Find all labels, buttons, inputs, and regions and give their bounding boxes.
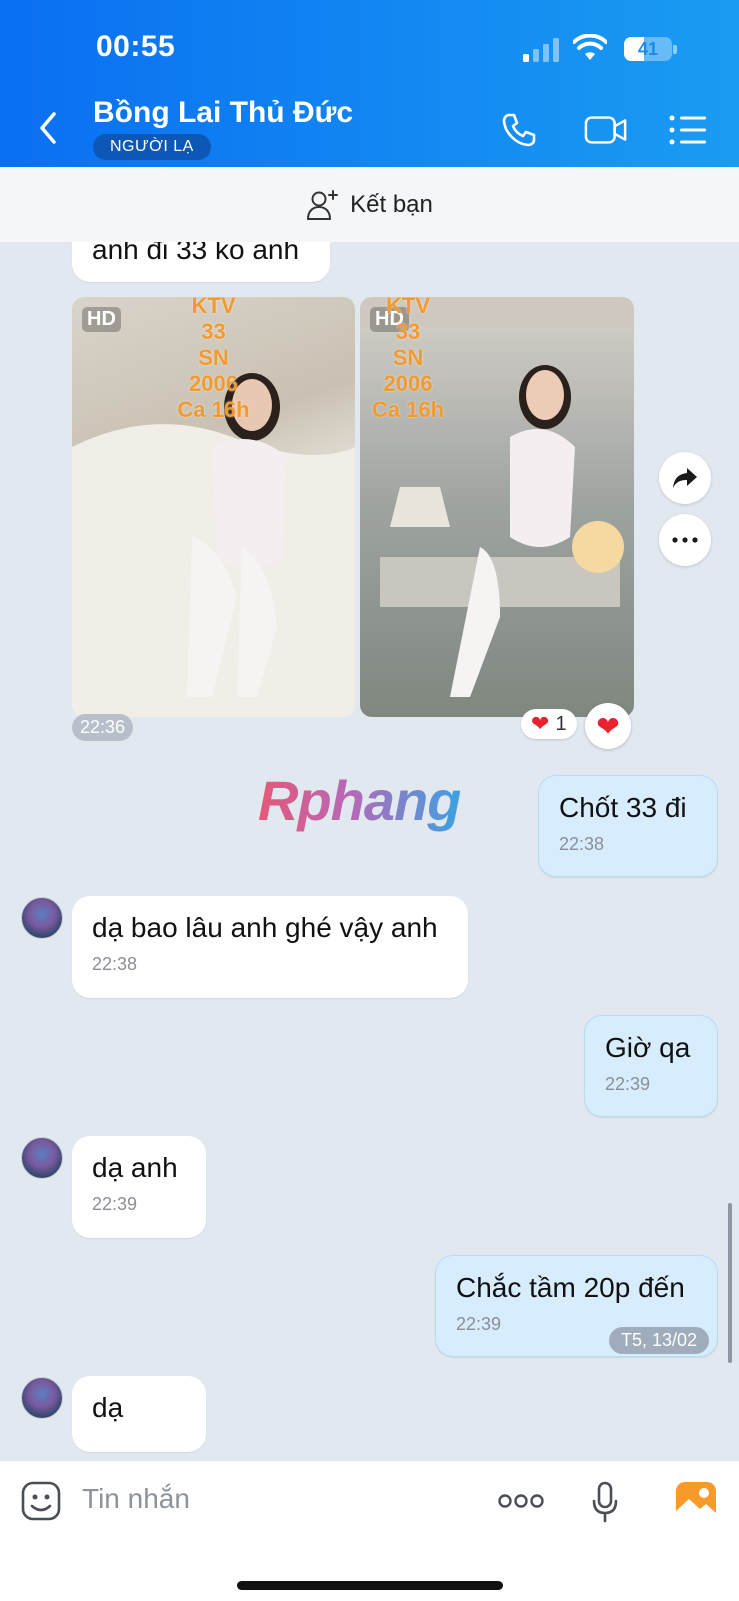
microphone-icon[interactable] — [592, 1481, 618, 1523]
caption-line: SN — [198, 345, 229, 370]
status-time: 00:55 — [96, 30, 176, 63]
forward-button[interactable] — [659, 452, 711, 504]
battery-icon: 41 — [624, 37, 672, 61]
message-time: 22:39 — [605, 1074, 651, 1094]
photo-1[interactable]: HD KTV 33 SN 2006 Ca 16h — [72, 297, 355, 717]
caption-line: SN — [392, 345, 424, 370]
reaction-count[interactable]: ❤ 1 — [521, 709, 577, 739]
message-text: Chốt 33 đi — [559, 792, 687, 823]
sticker-icon[interactable] — [21, 1481, 61, 1521]
stranger-badge: NGƯỜI LẠ — [93, 134, 211, 160]
message-input[interactable]: Tin nhắn — [82, 1483, 190, 1515]
caption-line: 2006 — [383, 371, 433, 396]
avatar[interactable] — [21, 897, 63, 939]
heart-icon: ❤ — [596, 710, 620, 742]
phone-icon — [502, 113, 536, 147]
home-indicator — [237, 1581, 503, 1590]
video-camera-icon — [584, 116, 627, 144]
message-time: 22:39 — [92, 1194, 138, 1214]
reaction-count-value: 1 — [555, 712, 567, 735]
share-arrow-icon — [673, 468, 697, 488]
date-divider-pill: T5, 13/02 — [609, 1327, 710, 1354]
caption-line: KTV — [191, 297, 236, 318]
message-bubble-incoming[interactable]: anh đi 33 ko anh — [72, 242, 330, 282]
add-friend-button[interactable]: Kết bạn — [0, 167, 739, 242]
menu-button[interactable] — [666, 108, 710, 152]
heart-icon: ❤ — [531, 711, 550, 736]
message-input-bar: Tin nhắn — [0, 1460, 739, 1601]
message-text: Giờ qa — [605, 1032, 691, 1063]
avatar[interactable] — [21, 1377, 63, 1419]
caption-line: KTV — [386, 297, 430, 318]
battery-tip — [673, 45, 677, 54]
ellipsis-icon — [672, 537, 698, 543]
call-button[interactable] — [497, 108, 541, 152]
back-arrow-icon[interactable] — [34, 108, 64, 148]
scrollbar[interactable] — [728, 1203, 732, 1363]
add-friend-icon — [307, 189, 339, 220]
watermark-logo: Rphang — [258, 769, 461, 832]
avatar[interactable] — [21, 1137, 63, 1179]
photo-caption: KTV 33 SN 2006 Ca 16h — [72, 297, 355, 423]
video-call-button[interactable] — [584, 108, 628, 152]
photo-2[interactable]: HD KTV 33 SN 2006 Ca 16h — [360, 297, 634, 717]
add-friend-label: Kết bạn — [350, 190, 433, 218]
cellular-signal-icon — [523, 38, 559, 62]
message-bubble-outgoing[interactable]: Chốt 33 đi 22:38 — [538, 775, 718, 877]
more-attachments-icon[interactable] — [498, 1493, 544, 1509]
caption-line: 33 — [201, 319, 226, 344]
message-bubble-incoming[interactable]: dạ anh 22:39 — [72, 1136, 206, 1238]
message-bubble-outgoing[interactable]: Giờ qa 22:39 — [584, 1015, 718, 1117]
message-text: anh đi 33 ko anh — [92, 242, 300, 265]
react-button[interactable]: ❤ — [585, 703, 631, 749]
message-text: dạ anh — [92, 1152, 178, 1183]
message-text: Chắc tầm 20p đến — [456, 1272, 685, 1303]
contact-name[interactable]: Bồng Lai Thủ Đức — [93, 96, 353, 130]
chat-header: 00:55 41 Bồng Lai Thủ Đức NGƯỜI LẠ — [0, 0, 739, 167]
chat-area[interactable]: anh đi 33 ko anh HD KTV 33 SN 2006 Ca 16… — [0, 242, 739, 1460]
photos-timestamp: 22:36 — [72, 714, 134, 741]
caption-line: Ca 16h — [177, 397, 250, 422]
photo-caption: KTV 33 SN 2006 Ca 16h — [360, 297, 456, 423]
battery-percentage: 41 — [637, 38, 659, 59]
message-bubble-incoming[interactable]: dạ — [72, 1376, 206, 1452]
caption-line: 33 — [395, 319, 421, 344]
gallery-icon[interactable] — [675, 1481, 717, 1521]
message-text: dạ — [92, 1392, 124, 1423]
message-bubble-incoming[interactable]: dạ bao lâu anh ghé vậy anh 22:38 — [72, 896, 468, 998]
list-menu-icon — [669, 115, 706, 145]
message-time: 22:38 — [92, 954, 138, 974]
message-time: 22:38 — [559, 834, 605, 854]
wifi-icon — [573, 34, 607, 60]
caption-line: Ca 16h — [371, 397, 445, 422]
more-options-button[interactable] — [659, 514, 711, 566]
caption-line: 2006 — [189, 371, 238, 396]
message-text: dạ bao lâu anh ghé vậy anh — [92, 912, 438, 943]
